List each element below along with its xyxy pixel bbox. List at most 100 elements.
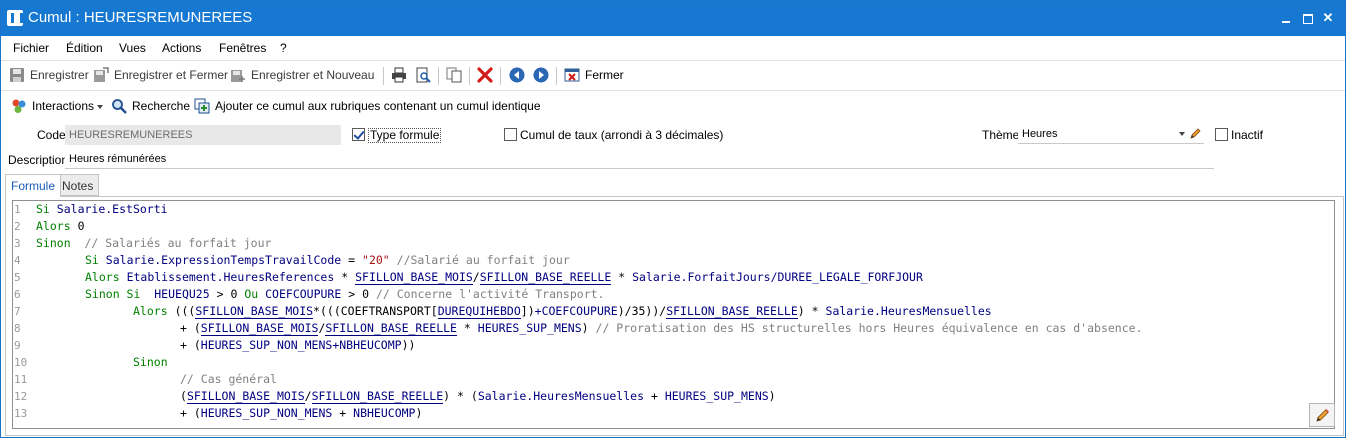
code-line: 10 Sinon: [14, 355, 168, 369]
printer-icon: [392, 67, 406, 83]
cumul-taux-checkbox[interactable]: [504, 128, 517, 141]
menu-edition[interactable]: Édition: [66, 41, 103, 55]
code-line: 8 + (SFILLON_BASE_MOIS/SFILLON_BASE_REEL…: [14, 321, 1143, 336]
arrow-right-icon: [533, 67, 549, 83]
maximize-icon[interactable]: [1301, 11, 1315, 25]
close-label: Fermer: [585, 68, 624, 82]
menu-vues[interactable]: Vues: [119, 41, 146, 55]
line-number: 2: [14, 220, 21, 233]
save-new-label: Enregistrer et Nouveau: [251, 68, 375, 82]
main-toolbar: Enregistrer Enregistrer et Fermer Enregi…: [1, 61, 1345, 89]
line-number: 8: [14, 322, 21, 335]
save-close-label: Enregistrer et Fermer: [114, 68, 229, 82]
inactif-label[interactable]: Inactif: [1231, 128, 1263, 142]
theme-select[interactable]: Heures: [1018, 124, 1204, 144]
next-button[interactable]: [533, 67, 549, 85]
line-number: 3: [14, 237, 21, 250]
print-preview-button[interactable]: [415, 67, 431, 85]
toolbar-separator: [438, 67, 439, 85]
interactions-icon: [12, 99, 26, 113]
window-title: Cumul : HEURESREMUNEREES: [28, 9, 253, 26]
code-line: 7 Alors (((SFILLON_BASE_MOIS*(((COEFTRAN…: [14, 304, 992, 319]
print-button[interactable]: [391, 67, 407, 85]
add-to-rubrics-icon: [194, 98, 210, 114]
previous-button[interactable]: [509, 67, 525, 85]
type-formule-label[interactable]: Type formule: [368, 128, 442, 143]
code-line: 6 Sinon Si HEUEQU25 > 0 Ou COEFCOUPURE >…: [14, 287, 605, 301]
line-number: 6: [14, 288, 21, 301]
close-button[interactable]: Fermer: [564, 67, 626, 85]
menu-fenetres[interactable]: Fenêtres: [219, 41, 266, 55]
code-line: 5 Alors Etablissement.HeuresReferences *…: [14, 270, 923, 285]
close-icon[interactable]: ✕: [1321, 11, 1335, 25]
code-line: 12 (SFILLON_BASE_MOIS/SFILLON_BASE_REELL…: [14, 389, 776, 404]
chevron-down-icon[interactable]: [1179, 132, 1185, 136]
line-number: 7: [14, 305, 21, 318]
search-button[interactable]: Recherche: [111, 98, 191, 116]
cumul-taux-label[interactable]: Cumul de taux (arrondi à 3 décimales): [520, 128, 723, 142]
secondary-toolbar: Interactions Recherche Ajouter ce cumul …: [1, 92, 1345, 120]
menu-bar: Fichier Édition Vues Actions Fenêtres ?: [1, 37, 1345, 59]
description-label: Description: [8, 153, 69, 167]
line-number: 4: [14, 254, 21, 267]
line-number: 13: [14, 407, 28, 420]
add-cumul-label: Ajouter ce cumul aux rubriques contenant…: [215, 99, 541, 113]
search-label: Recherche: [132, 99, 191, 113]
title-bar[interactable]: Cumul : HEURESREMUNEREES ✕: [1, 1, 1345, 36]
add-cumul-button[interactable]: Ajouter ce cumul aux rubriques contenant…: [194, 98, 549, 116]
save-close-icon: [94, 67, 109, 82]
menu-fichier[interactable]: Fichier: [13, 41, 49, 55]
tab-notes[interactable]: Notes: [56, 174, 100, 196]
search-icon: [112, 99, 127, 114]
toolbar-separator: [383, 67, 384, 85]
menu-help[interactable]: ?: [280, 41, 287, 55]
chevron-down-icon: [97, 105, 103, 109]
formula-editor[interactable]: 1 Si Salarie.EstSorti 2 Alors 0 3 Sinon …: [12, 200, 1335, 429]
code-line: 13 + (HEURES_SUP_NON_MENS + NBHEUCOMP): [14, 406, 423, 420]
line-number: 11: [14, 373, 28, 386]
toolbar-separator: [556, 67, 557, 85]
tab-formule[interactable]: Formule: [5, 174, 62, 197]
line-number: 10: [14, 356, 28, 369]
arrow-left-icon: [509, 67, 525, 83]
app-icon: [7, 10, 23, 26]
minimize-icon[interactable]: [1279, 11, 1293, 25]
description-field[interactable]: Heures rémunérées: [65, 149, 1214, 169]
edit-formula-button[interactable]: [1309, 403, 1335, 427]
delete-icon: [477, 67, 493, 83]
duplicate-button[interactable]: [446, 67, 462, 85]
line-number: 9: [14, 339, 21, 352]
code-line: 9 + (HEURES_SUP_NON_MENS+NBHEUCOMP)): [14, 338, 416, 352]
interactions-label: Interactions: [32, 99, 95, 113]
cumul-window: Cumul : HEURESREMUNEREES ✕ Fichier Éditi…: [0, 0, 1346, 438]
code-line: 11 // Cas général: [14, 372, 277, 386]
toolbar-separator: [500, 67, 501, 85]
close-form-icon: [564, 68, 580, 82]
pencil-icon[interactable]: [1189, 127, 1202, 140]
code-field[interactable]: HEURESREMUNEREES: [65, 125, 341, 145]
toolbar-separator: [469, 67, 470, 85]
interactions-dropdown[interactable]: Interactions: [11, 98, 105, 116]
code-label: Code: [37, 128, 66, 142]
code-line: 1 Si Salarie.EstSorti: [14, 202, 168, 216]
save-label: Enregistrer: [30, 68, 89, 82]
code-line: 2 Alors 0: [14, 219, 85, 233]
menu-actions[interactable]: Actions: [162, 41, 201, 55]
line-number: 12: [14, 390, 28, 403]
copy-icon: [446, 67, 462, 83]
save-new-icon: [231, 70, 245, 82]
pencil-icon: [1316, 409, 1329, 422]
print-preview-icon: [416, 67, 431, 83]
delete-button[interactable]: [477, 67, 493, 85]
separator: [1, 90, 1345, 91]
line-number: 5: [14, 271, 21, 284]
inactif-checkbox[interactable]: [1215, 128, 1228, 141]
save-new-button[interactable]: Enregistrer et Nouveau: [230, 67, 375, 85]
code-line: 3 Sinon // Salariés au forfait jour: [14, 236, 272, 250]
type-formule-checkbox[interactable]: [352, 128, 365, 141]
save-close-button[interactable]: Enregistrer et Fermer: [93, 67, 229, 85]
save-button[interactable]: Enregistrer: [9, 67, 89, 85]
save-icon: [10, 68, 24, 82]
theme-label: Thème: [982, 128, 1020, 142]
code-line: 4 Si Salarie.ExpressionTempsTravailCode …: [14, 253, 570, 267]
